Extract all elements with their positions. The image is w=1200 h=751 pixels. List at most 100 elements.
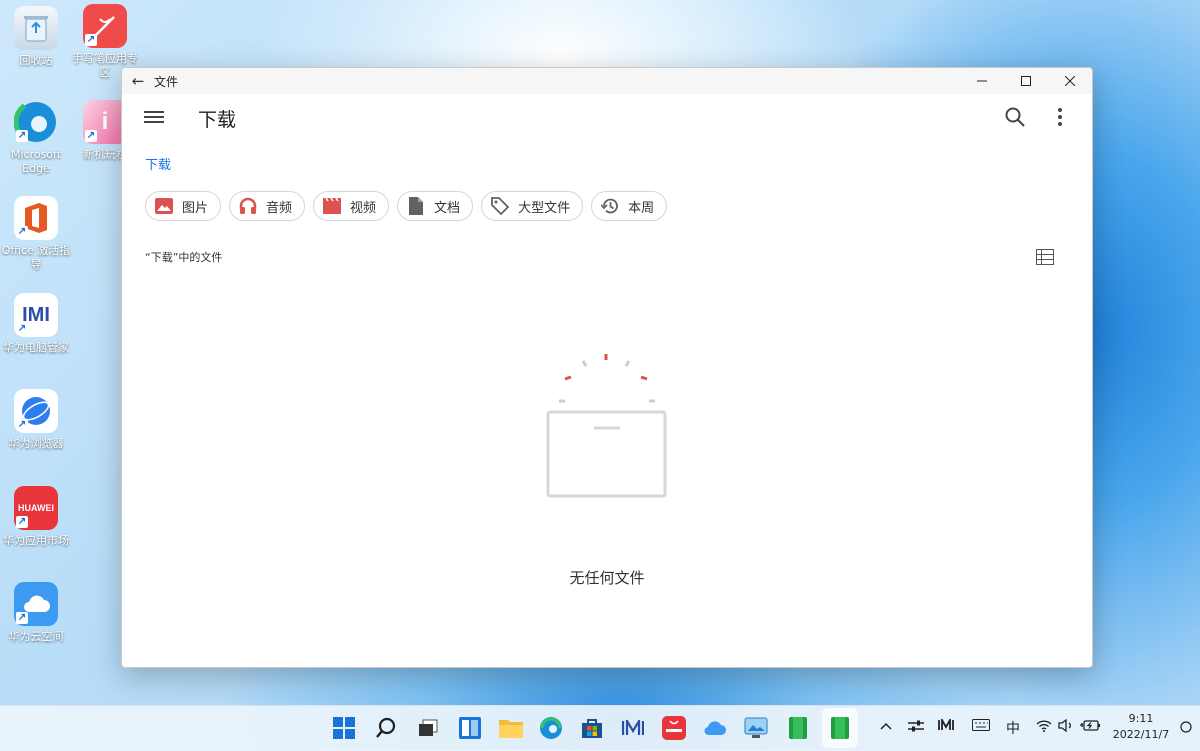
file-explorer-button[interactable] xyxy=(497,714,525,742)
back-arrow-icon[interactable]: ← xyxy=(122,72,154,90)
minimize-button[interactable] xyxy=(960,68,1004,94)
chip-video[interactable]: 视频 xyxy=(313,191,390,221)
maximize-icon xyxy=(1021,76,1031,86)
pen-shopping-bag-icon: ↗ xyxy=(83,4,127,48)
desktop-icon-app-gallery[interactable]: HUAWEI ↗ 华为应用市场 xyxy=(0,486,72,548)
list-view-icon[interactable] xyxy=(1036,249,1054,265)
battery-charging-icon xyxy=(1080,720,1100,731)
desktop-icon-label: 回收站 xyxy=(19,54,53,67)
cloud-icon xyxy=(704,721,726,736)
document-icon xyxy=(406,196,426,216)
task-view-icon xyxy=(419,719,438,736)
store-button[interactable] xyxy=(578,714,606,742)
page-title: 下载 xyxy=(198,109,237,131)
photo-gallery-icon xyxy=(744,717,768,738)
clock-time: 9:11 xyxy=(1128,712,1154,725)
keyboard-icon xyxy=(972,719,990,731)
video-icon xyxy=(322,196,342,216)
chip-label: 图片 xyxy=(182,200,209,216)
chip-images[interactable]: 图片 xyxy=(145,191,222,221)
pc-manager-tray-icon xyxy=(938,716,954,730)
desktop-icon-recycle-bin[interactable]: 回收站 xyxy=(0,6,72,68)
edge-taskbar-button[interactable] xyxy=(537,714,565,742)
more-options-icon[interactable] xyxy=(1050,106,1070,128)
files-app-icon xyxy=(831,717,849,739)
menu-icon[interactable] xyxy=(144,108,164,128)
tray-keyboard[interactable] xyxy=(972,719,990,735)
pc-manager-icon: IMI ↗ xyxy=(14,293,58,337)
desktop-icon-pc-manager[interactable]: IMI ↗ 华为电脑管家 xyxy=(0,293,72,355)
image-icon xyxy=(154,196,174,216)
desktop-icon-office-activation[interactable]: ↗ Office 激活指导 xyxy=(0,196,72,272)
show-hidden-icons-button[interactable] xyxy=(880,719,892,734)
maximize-button[interactable] xyxy=(1004,68,1048,94)
input-method-indicator[interactable]: 中 xyxy=(1006,718,1020,738)
edge-icon: ↗ xyxy=(14,100,58,144)
chip-large-files[interactable]: 大型文件 xyxy=(481,191,584,221)
tray-settings[interactable] xyxy=(908,719,924,737)
files-window: ← 文件 下载 下载 图片 音频 视频 文档 大型文件 本周 “下载”中的文件 … xyxy=(121,67,1093,668)
speaker-icon xyxy=(1058,718,1071,733)
chip-this-week[interactable]: 本周 xyxy=(591,191,668,221)
desktop-icon-cloud[interactable]: ↗ 华为云空间 xyxy=(0,582,72,644)
gallery-taskbar-button[interactable] xyxy=(742,714,770,742)
chip-label: 大型文件 xyxy=(518,200,571,216)
chip-label: 文档 xyxy=(434,200,461,216)
pc-manager-taskbar-button[interactable] xyxy=(619,714,647,742)
title-bar: ← 文件 xyxy=(122,68,1092,94)
files-app-button[interactable] xyxy=(826,714,854,742)
notification-button[interactable] xyxy=(1180,721,1192,737)
browser-globe-icon: ↗ xyxy=(14,389,58,433)
cloud-taskbar-button[interactable] xyxy=(701,714,729,742)
section-heading: “下载”中的文件 xyxy=(145,251,223,264)
pc-manager-icon xyxy=(622,720,644,735)
empty-state-message: 无任何文件 xyxy=(569,569,645,587)
tray-pc-manager[interactable] xyxy=(938,716,954,735)
task-view-button[interactable] xyxy=(414,714,442,742)
green-app-icon xyxy=(789,717,807,739)
desktop-icon-label: 华为电脑管家 xyxy=(3,341,69,354)
taskbar: 中 9:11 2022/11/7 xyxy=(0,705,1200,751)
chip-label: 音频 xyxy=(266,200,293,216)
tray-battery[interactable] xyxy=(1080,719,1100,736)
headphones-icon xyxy=(238,196,258,216)
desktop-icon-label: 华为浏览器 xyxy=(8,437,64,450)
filter-chips: 图片 音频 视频 文档 大型文件 本周 xyxy=(145,191,668,221)
start-button[interactable] xyxy=(330,714,358,742)
desktop-icon-label: Office 激活指导 xyxy=(1,244,71,271)
cloud-icon: ↗ xyxy=(14,582,58,626)
app-gallery-taskbar-button[interactable] xyxy=(660,714,688,742)
chip-documents[interactable]: 文档 xyxy=(397,191,474,221)
recycle-bin-icon xyxy=(14,6,58,50)
desktop-icon-edge[interactable]: ↗ Microsoft Edge xyxy=(0,100,72,176)
empty-folder-illustration xyxy=(546,354,667,498)
desktop-icon-label: 华为云空间 xyxy=(8,630,64,643)
close-button[interactable] xyxy=(1048,68,1092,94)
tag-icon xyxy=(490,196,510,216)
search-icon[interactable] xyxy=(1004,106,1026,128)
search-icon xyxy=(376,717,396,738)
sliders-icon xyxy=(908,720,924,732)
desktop-icon-browser[interactable]: ↗ 华为浏览器 xyxy=(0,389,72,451)
widgets-icon xyxy=(459,717,481,739)
notification-icon xyxy=(1180,721,1192,733)
chip-label: 视频 xyxy=(350,200,377,216)
wifi-icon xyxy=(1036,720,1052,732)
chevron-up-icon xyxy=(880,722,892,730)
close-icon xyxy=(1065,76,1075,86)
chip-audio[interactable]: 音频 xyxy=(229,191,306,221)
desktop-icon-label: 华为应用市场 xyxy=(3,534,69,547)
breadcrumb[interactable]: 下载 xyxy=(145,154,171,173)
huawei-badge-text: HUAWEI xyxy=(18,503,54,513)
app-bar: 下载 xyxy=(122,94,1092,142)
tray-volume[interactable] xyxy=(1058,718,1074,736)
taskbar-search-button[interactable] xyxy=(372,714,400,742)
app-gallery-icon: HUAWEI ↗ xyxy=(14,486,58,530)
green-app-button[interactable] xyxy=(784,714,812,742)
app-gallery-icon xyxy=(662,716,686,740)
desktop-icon-label: Microsoft Edge xyxy=(10,148,62,175)
tray-network[interactable] xyxy=(1036,719,1052,736)
system-clock[interactable]: 9:11 2022/11/7 xyxy=(1108,711,1174,743)
widgets-button[interactable] xyxy=(456,714,484,742)
clock-date: 2022/11/7 xyxy=(1112,728,1170,741)
